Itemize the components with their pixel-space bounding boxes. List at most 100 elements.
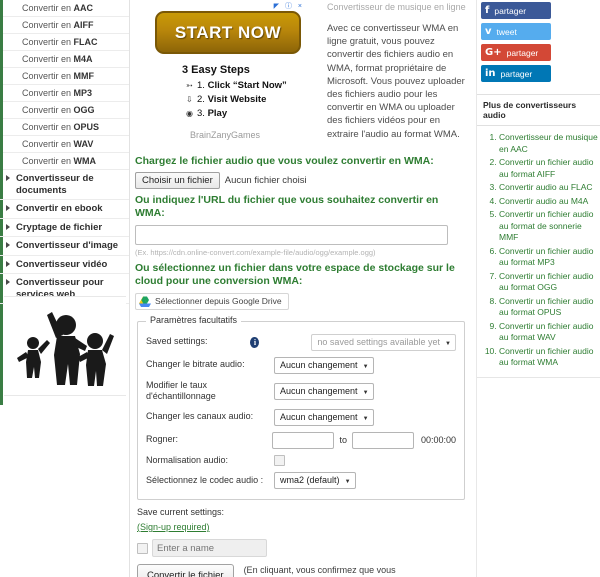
trim-duration-label: 00:00:00 xyxy=(420,435,456,445)
more-converter-link[interactable]: Convertir audio au FLAC xyxy=(499,182,593,192)
sidebar-item-prefix: Convertir en xyxy=(22,105,74,115)
play-circle-icon: ◉ xyxy=(186,109,193,118)
ad-controls-icon[interactable]: ◤ ⓘ × xyxy=(274,1,304,11)
sidebar-category-2[interactable]: Convertir en ebook xyxy=(0,200,129,219)
sidebar-item-m4a[interactable]: Convertir en M4A xyxy=(0,51,129,68)
google-drive-button[interactable]: Sélectionner depuis Google Drive xyxy=(135,292,289,310)
sidebar-category-5[interactable]: Convertisseur vidéo xyxy=(0,256,129,274)
chevron-right-icon xyxy=(6,175,10,181)
celebration-graphic xyxy=(4,296,126,396)
share-button-googleplus[interactable]: G+ partager xyxy=(481,44,551,61)
more-converter-item[interactable]: Convertir un fichier audio au format MP3 xyxy=(499,246,600,269)
sidebar-item-wav[interactable]: Convertir en WAV xyxy=(0,136,129,153)
share-button-twitter[interactable]: ᴠ tweet xyxy=(481,23,551,40)
settings-name-input[interactable] xyxy=(152,539,267,557)
sidebar-item-prefix: Convertir en xyxy=(22,71,74,81)
left-sidebar: Convertir en AAC Convertir en AIFF Convert… xyxy=(0,0,130,577)
file-picker-row: Choisir un fichier Aucun fichier choisi xyxy=(135,172,467,189)
more-converter-item[interactable]: Convertir un fichier audio au format OGG xyxy=(499,271,600,294)
sidebar-item-format: AIFF xyxy=(73,20,94,30)
chevron-right-icon xyxy=(6,205,10,211)
ad-start-now-button[interactable]: START NOW xyxy=(155,11,301,54)
samplerate-row: Modifier le taux d'échantillonnage Aucun… xyxy=(146,380,456,403)
sidebar-item-aac[interactable]: Convertir en AAC xyxy=(0,0,129,17)
sidebar-item-mp3[interactable]: Convertir en MP3 xyxy=(0,85,129,102)
channels-label: Changer les canaux audio: xyxy=(146,411,254,422)
info-icon[interactable]: i xyxy=(250,336,260,348)
sidebar-item-prefix: Convertir en xyxy=(22,3,74,13)
channels-select[interactable]: Aucun changement xyxy=(274,408,374,427)
sidebar-category-4[interactable]: Convertisseur d'image xyxy=(0,237,129,256)
samplerate-select[interactable]: Aucun changement xyxy=(274,382,374,401)
trim-end-input[interactable] xyxy=(351,431,414,449)
sidebar-item-format: WAV xyxy=(73,139,94,149)
more-converter-link[interactable]: Convertir un fichier audio au format OPU… xyxy=(499,296,594,318)
signup-required-link[interactable]: (Sign-up required) xyxy=(137,522,210,532)
save-settings-checkbox[interactable] xyxy=(137,542,148,554)
sidebar-item-wma[interactable]: Convertir en WMA xyxy=(0,153,129,170)
share-button-facebook[interactable]: f partager xyxy=(481,2,551,19)
more-converter-item[interactable]: Convertir un fichier audio au format WMA xyxy=(499,346,600,369)
channels-row: Changer les canaux audio: Aucun changeme… xyxy=(146,408,456,427)
ad-brand-label: BrainZanyGames xyxy=(190,130,261,140)
url-input[interactable] xyxy=(135,224,448,245)
sidebar-item-mmf[interactable]: Convertir en MMF xyxy=(0,68,129,85)
sidebar-item-format: OPUS xyxy=(73,122,100,132)
terms-pre: (En cliquant, vous confirmez que vous co… xyxy=(243,565,396,575)
ad-banner[interactable]: ◤ ⓘ × START NOW 3 Easy Steps ➳ 1. Click “… xyxy=(148,0,308,150)
more-converter-item[interactable]: Convertisseur de musique en AAC xyxy=(499,132,600,155)
sidebar-category-1[interactable]: Convertisseur de documents xyxy=(0,170,129,200)
share-button-label: partager xyxy=(494,5,527,16)
choose-file-button[interactable]: Choisir un fichier xyxy=(135,172,220,189)
sidebar-item-ogg[interactable]: Convertir en OGG xyxy=(0,102,129,119)
save-settings-title: Save current settings: xyxy=(137,507,225,517)
codec-select[interactable]: wma2 (default) xyxy=(274,472,356,490)
more-converter-link[interactable]: Convertir un fichier audio au format de … xyxy=(499,209,594,242)
convert-file-button[interactable]: Convertir le fichier xyxy=(137,564,234,577)
terms-notice: (En cliquant, vous confirmez que vous co… xyxy=(244,564,434,577)
save-settings-section: Save current settings: (Sign-up required… xyxy=(137,507,465,577)
no-file-chosen-label: Aucun fichier choisi xyxy=(224,175,307,186)
share-button-linkedin[interactable]: in partager xyxy=(481,65,551,82)
more-converter-link[interactable]: Convertir un fichier audio au format OGG xyxy=(499,271,594,293)
chevron-right-icon xyxy=(6,242,10,248)
more-converter-link[interactable]: Convertir un fichier audio au format MP3 xyxy=(499,246,594,268)
sidebar-category-label: Convertisseur de documents xyxy=(16,173,94,196)
more-converter-item[interactable]: Convertir audio au M4A xyxy=(499,196,600,208)
sidebar-item-flac[interactable]: Convertir en FLAC xyxy=(0,34,129,51)
google-drive-label: Sélectionner depuis Google Drive xyxy=(155,296,282,306)
more-converter-link[interactable]: Convertir un fichier audio au format AIF… xyxy=(499,157,594,179)
url-heading: Ou indiquez l'URL du fichier que vous so… xyxy=(135,194,439,219)
more-converter-item[interactable]: Convertir un fichier audio au format de … xyxy=(499,209,600,244)
people-silhouette-icon xyxy=(17,312,114,386)
bitrate-label: Changer le bitrate audio: xyxy=(146,359,245,370)
saved-settings-select[interactable]: no saved settings available yet xyxy=(311,333,456,352)
more-converter-item[interactable]: Convertir un fichier audio au format WAV xyxy=(499,321,600,344)
more-converter-item[interactable]: Convertir un fichier audio au format AIF… xyxy=(499,157,600,180)
normalize-checkbox[interactable] xyxy=(274,454,285,466)
trim-start-input[interactable] xyxy=(272,431,335,449)
more-converter-item[interactable]: Convertir un fichier audio au format OPU… xyxy=(499,296,600,319)
upload-heading: Chargez le fichier audio que vous voulez… xyxy=(135,155,434,167)
sidebar-category-3[interactable]: Cryptage de fichier xyxy=(0,219,129,237)
sidebar-item-opus[interactable]: Convertir en OPUS xyxy=(0,119,129,136)
sidebar-audio-list: Convertir en AAC Convertir en AIFF Convert… xyxy=(0,0,129,170)
conversion-form: Chargez le fichier audio que vous voulez… xyxy=(131,155,475,577)
saved-settings-row: Saved settings: i no saved settings avai… xyxy=(146,333,456,352)
sidebar-item-format: MP3 xyxy=(73,88,93,98)
main-content: ◤ ⓘ × START NOW 3 Easy Steps ➳ 1. Click “… xyxy=(131,0,475,577)
more-converter-link[interactable]: Convertir audio au M4A xyxy=(499,196,588,206)
bitrate-select[interactable]: Aucun changement xyxy=(274,356,374,375)
more-converter-item[interactable]: Convertir audio au FLAC xyxy=(499,182,600,194)
more-converter-link[interactable]: Convertir un fichier audio au format WAV xyxy=(499,321,594,343)
saved-settings-label: Saved settings: xyxy=(146,336,208,347)
more-converter-link[interactable]: Convertisseur de musique en AAC xyxy=(499,132,598,154)
samplerate-label: Modifier le taux d'échantillonnage xyxy=(146,379,216,402)
cloud-heading: Ou sélectionnez un fichier dans votre es… xyxy=(135,261,455,287)
sidebar-item-format: AAC xyxy=(73,3,94,13)
chevron-right-icon xyxy=(6,223,10,230)
more-converter-link[interactable]: Convertir un fichier audio au format WMA xyxy=(499,346,594,368)
sidebar-item-aiff[interactable]: Convertir en AIFF xyxy=(0,17,129,34)
bitrate-row: Changer le bitrate audio: Aucun changeme… xyxy=(146,356,456,375)
intro-text-block: Convertisseur de musique en ligne Avec c… xyxy=(327,2,467,141)
